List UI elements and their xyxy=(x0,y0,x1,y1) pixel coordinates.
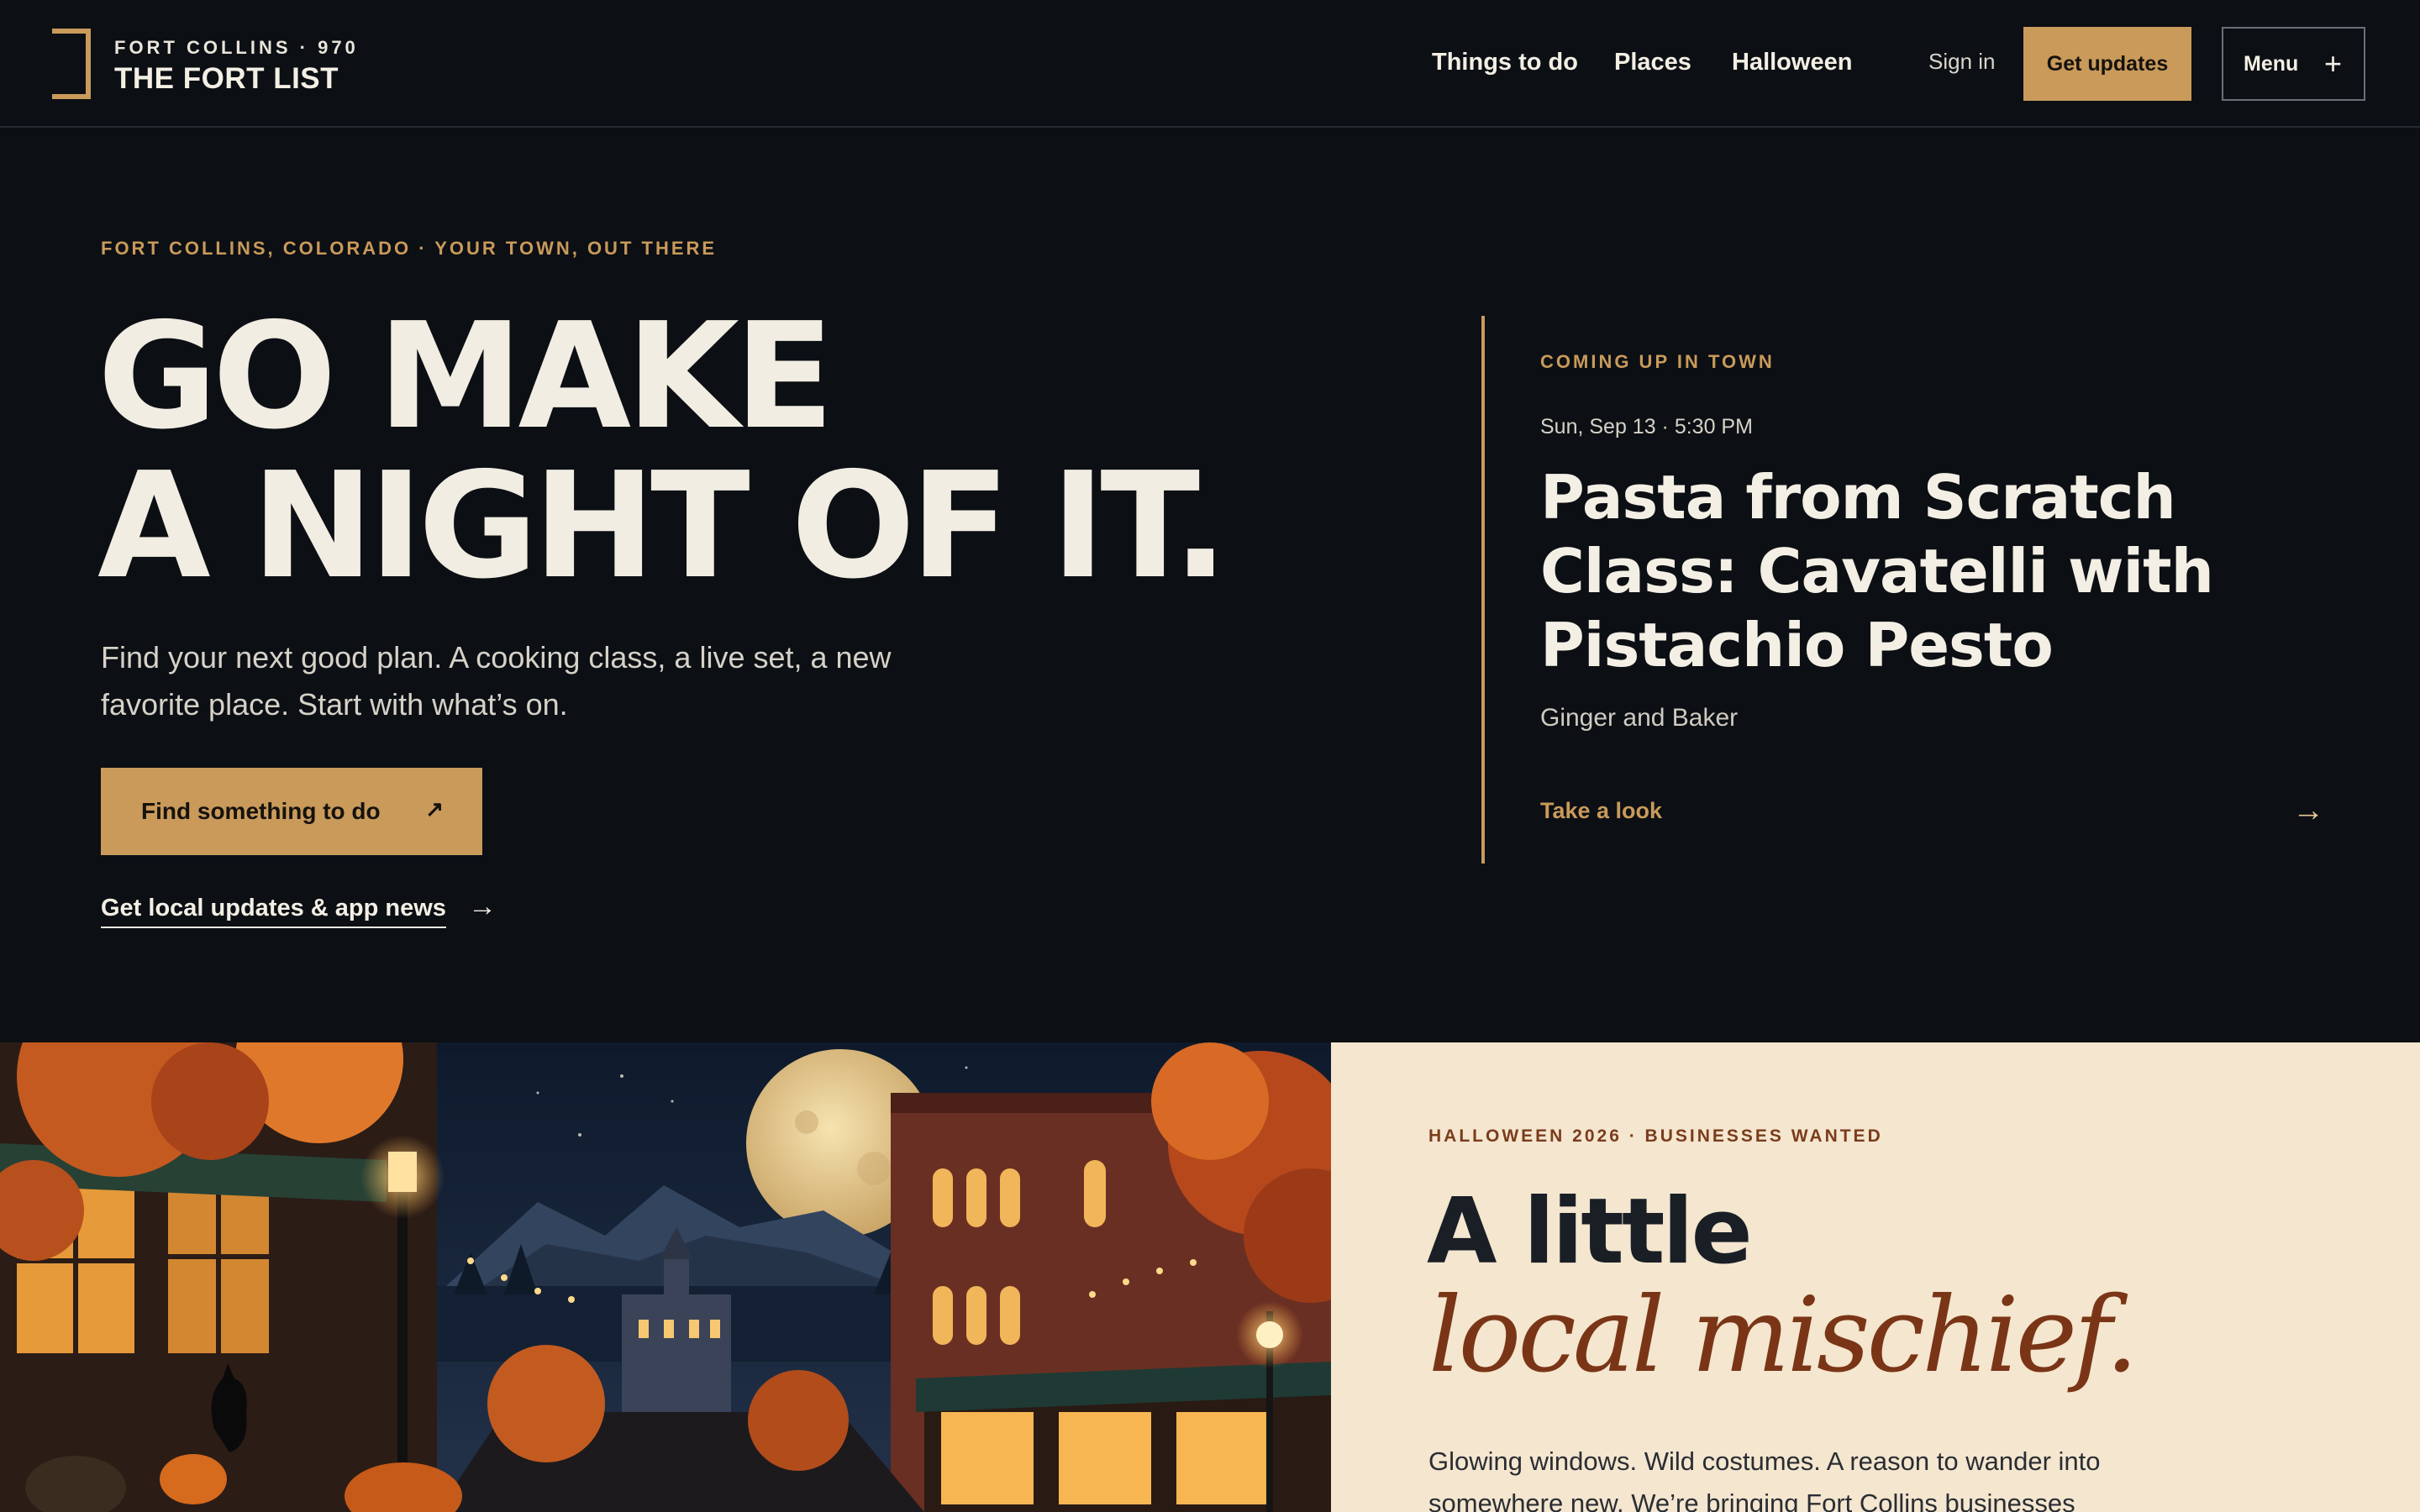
local-updates-label: Get local updates & app news xyxy=(101,895,446,928)
logo-bracket-icon xyxy=(52,29,91,99)
nav-halloween[interactable]: Halloween xyxy=(1732,49,1852,82)
arrow-up-right-icon: ↗ xyxy=(425,796,444,822)
find-something-label: Find something to do xyxy=(141,798,381,824)
halloween-promo-panel: HALLOWEEN 2026 · BUSINESSES WANTED A lit… xyxy=(1331,1042,2420,1512)
take-a-look-link[interactable]: Take a look xyxy=(1540,798,1662,824)
menu-label: Menu xyxy=(2244,51,2299,76)
card-divider xyxy=(1481,316,1485,864)
menu-button[interactable]: Menu + xyxy=(2222,27,2365,101)
site-header: FORT COLLINS · 970 THE FORT LIST Things … xyxy=(0,0,2420,128)
sign-in-link[interactable]: Sign in xyxy=(1928,49,1996,75)
promo-eyebrow: HALLOWEEN 2026 · BUSINESSES WANTED xyxy=(1428,1126,1883,1146)
local-updates-link[interactable]: Get local updates & app news → xyxy=(101,890,497,928)
arrow-right-icon[interactable]: → xyxy=(2292,793,2324,829)
event-date: Sun, Sep 13 · 5:30 PM xyxy=(1540,415,1753,438)
event-title[interactable]: Pasta from Scratch Class: Cavatelli with… xyxy=(1540,460,2296,682)
get-updates-button[interactable]: Get updates xyxy=(2023,27,2191,101)
upcoming-eyebrow: COMING UP IN TOWN xyxy=(1540,351,1775,372)
promo-title-italic: local mischief. xyxy=(1428,1275,2139,1396)
hero-subtitle: Find your next good plan. A cooking clas… xyxy=(101,640,892,722)
hero-eyebrow: FORT COLLINS, COLORADO · YOUR TOWN, OUT … xyxy=(101,238,718,259)
event-venue: Ginger and Baker xyxy=(1540,704,1739,732)
halloween-town-illustration xyxy=(0,1042,1331,1512)
hero-title-line-2: A NIGHT OF IT. xyxy=(97,441,1228,612)
promo-title: A little xyxy=(1427,1179,1753,1284)
promo-body: Glowing windows. Wild costumes. A reason… xyxy=(1428,1446,2101,1512)
arrow-right-icon: → xyxy=(467,890,497,922)
hero-title-line-1: GO MAKE xyxy=(97,291,834,462)
hero-title: GO MAKE A NIGHT OF IT. xyxy=(97,291,1228,612)
logo-title: THE FORT LIST xyxy=(114,62,339,95)
find-something-button[interactable]: Find something to do ↗ xyxy=(101,768,482,855)
logo-subtitle: FORT COLLINS · 970 xyxy=(114,37,359,58)
nav-things-to-do[interactable]: Things to do xyxy=(1432,49,1578,82)
get-updates-label: Get updates xyxy=(2046,51,2169,76)
nav-places[interactable]: Places xyxy=(1614,49,1691,82)
site-logo[interactable]: FORT COLLINS · 970 THE FORT LIST xyxy=(52,27,388,102)
plus-icon: + xyxy=(2323,46,2342,81)
